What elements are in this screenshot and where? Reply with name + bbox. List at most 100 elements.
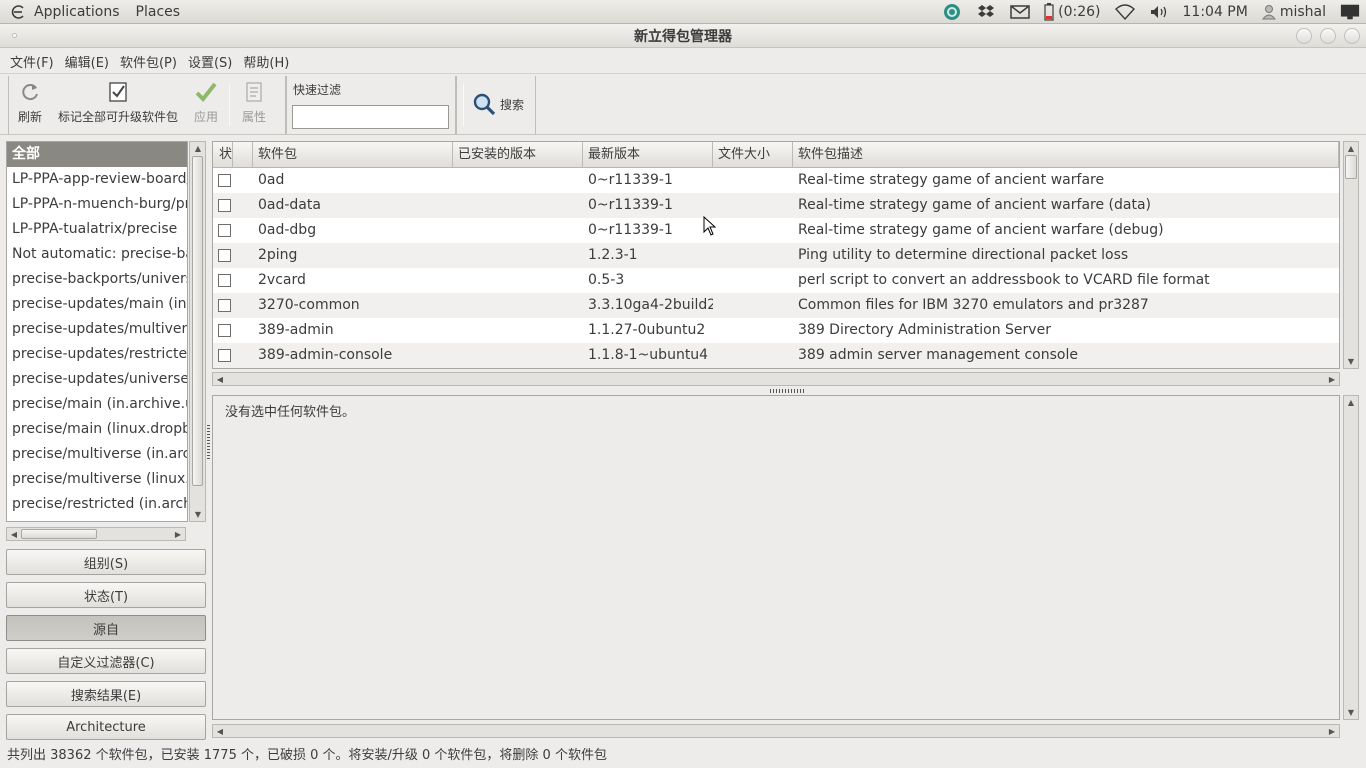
details-hscrollbar[interactable]: ◀ ▶ bbox=[212, 724, 1340, 738]
installed-version-cell bbox=[455, 168, 583, 193]
architecture-button[interactable]: Architecture bbox=[6, 714, 206, 740]
window-title-bar[interactable]: 新立得包管理器 bbox=[0, 24, 1366, 48]
package-table-vscrollbar[interactable]: ▲ ▼ bbox=[1343, 141, 1359, 369]
package-table-header: 状 软件包 已安装的版本 最新版本 文件大小 软件包描述 bbox=[213, 142, 1339, 168]
applications-menu[interactable]: Applications bbox=[34, 4, 128, 20]
custom-filters-button[interactable]: 自定义过滤器(C) bbox=[6, 648, 206, 674]
column-package[interactable]: 软件包 bbox=[253, 142, 453, 168]
scroll-up-arrow-icon[interactable]: ▲ bbox=[1344, 142, 1358, 155]
pane-splitter-handle[interactable] bbox=[770, 389, 804, 393]
package-row[interactable]: 0ad 0~r11339-1 Real-time strategy game of … bbox=[213, 168, 1339, 193]
volume-icon[interactable] bbox=[1149, 3, 1169, 21]
power-icon[interactable] bbox=[1340, 3, 1360, 21]
package-row[interactable]: 389-admin-console 1.1.8-1~ubuntu4 389 admi… bbox=[213, 343, 1339, 368]
origin-list-item[interactable]: precise-backports/universe bbox=[7, 267, 187, 292]
origin-list-item[interactable]: LP-PPA-tualatrix/precise bbox=[7, 217, 187, 242]
column-status[interactable]: 状 bbox=[213, 142, 233, 168]
description-cell: Real-time strategy game of ancient warfa… bbox=[798, 172, 1105, 188]
clock[interactable]: 11:04 PM bbox=[1183, 4, 1248, 20]
menu-settings[interactable]: 设置(S) bbox=[184, 52, 239, 71]
menu-edit[interactable]: 编辑(E) bbox=[61, 52, 116, 71]
package-row[interactable]: 2vcard 0.5-3 perl script to convert an add… bbox=[213, 268, 1339, 293]
synaptic-tray-icon[interactable] bbox=[942, 3, 962, 21]
scroll-thumb[interactable] bbox=[21, 529, 97, 539]
scroll-left-arrow-icon[interactable]: ◀ bbox=[213, 725, 227, 738]
package-row[interactable]: 0ad-dbg 0~r11339-1 Real-time strategy game… bbox=[213, 218, 1339, 243]
column-installed-version[interactable]: 已安装的版本 bbox=[453, 142, 583, 168]
scroll-right-arrow-icon[interactable]: ▶ bbox=[1325, 373, 1339, 386]
origin-list-item[interactable]: LP-PPA-app-review-board/p bbox=[7, 167, 187, 192]
menu-file[interactable]: 文件(F) bbox=[0, 52, 61, 71]
package-row[interactable]: 2ping 1.2.3-1 Ping utility to determine di… bbox=[213, 243, 1339, 268]
places-menu[interactable]: Places bbox=[136, 4, 189, 20]
origin-list-item[interactable]: precise-updates/restricted bbox=[7, 342, 187, 367]
scroll-left-arrow-icon[interactable]: ◀ bbox=[213, 373, 227, 386]
reload-button[interactable]: 刷新 bbox=[14, 80, 46, 125]
origin-list-item[interactable]: precise-updates/multiverse bbox=[7, 317, 187, 342]
search-button[interactable]: 搜索 bbox=[472, 92, 524, 116]
maximize-button[interactable] bbox=[1320, 28, 1336, 44]
origin-list-item[interactable]: Not automatic: precise-bac bbox=[7, 242, 187, 267]
package-checkbox[interactable] bbox=[218, 174, 231, 187]
origin-list-item[interactable]: precise/restricted (in.archiv bbox=[7, 492, 187, 517]
package-checkbox[interactable] bbox=[218, 349, 231, 362]
package-row[interactable]: 0ad-data 0~r11339-1 Real-time strategy gam… bbox=[213, 193, 1339, 218]
column-latest-version[interactable]: 最新版本 bbox=[583, 142, 713, 168]
mail-icon[interactable] bbox=[1010, 3, 1030, 21]
origin-list-item[interactable]: precise/main (in.archive.ub bbox=[7, 392, 187, 417]
package-checkbox[interactable] bbox=[218, 224, 231, 237]
column-icon[interactable] bbox=[233, 142, 253, 168]
scroll-thumb[interactable] bbox=[192, 156, 203, 486]
package-name-cell: 389-admin bbox=[258, 322, 334, 338]
properties-button[interactable]: 属性 bbox=[238, 80, 270, 125]
search-results-button[interactable]: 搜索结果(E) bbox=[6, 681, 206, 707]
close-button[interactable] bbox=[1344, 28, 1360, 44]
minimize-button[interactable] bbox=[1296, 28, 1312, 44]
package-checkbox[interactable] bbox=[218, 324, 231, 337]
origin-list-item[interactable]: precise-updates/universe ( bbox=[7, 367, 187, 392]
origin-list-item[interactable]: precise/multiverse (linux.d bbox=[7, 467, 187, 492]
dropbox-icon[interactable] bbox=[976, 3, 996, 21]
package-row[interactable]: 3270-common 3.3.10ga4-2build2 Common files… bbox=[213, 293, 1339, 318]
package-checkbox[interactable] bbox=[218, 199, 231, 212]
scroll-up-arrow-icon[interactable]: ▲ bbox=[1344, 396, 1358, 409]
status-button[interactable]: 状态(T) bbox=[6, 582, 206, 608]
mark-all-upgrades-button[interactable]: 标记全部可升级软件包 bbox=[53, 80, 183, 125]
package-row[interactable]: 389-admin 1.1.27-0ubuntu2 389 Directory Ad… bbox=[213, 318, 1339, 343]
scroll-up-arrow-icon[interactable]: ▲ bbox=[191, 142, 205, 155]
wifi-icon[interactable] bbox=[1114, 3, 1135, 21]
origin-list-item[interactable]: precise/main (linux.dropbo bbox=[7, 417, 187, 442]
scroll-down-arrow-icon[interactable]: ▼ bbox=[1344, 706, 1358, 719]
package-checkbox[interactable] bbox=[218, 274, 231, 287]
apply-button[interactable]: 应用 bbox=[190, 80, 222, 125]
origin-list-vscrollbar[interactable]: ▲ ▼ bbox=[189, 141, 206, 522]
column-size[interactable]: 文件大小 bbox=[713, 142, 793, 168]
origin-list-item[interactable]: precise-updates/main (in.a bbox=[7, 292, 187, 317]
menu-help[interactable]: 帮助(H) bbox=[239, 52, 296, 71]
quick-filter-input[interactable] bbox=[292, 105, 449, 129]
scroll-right-arrow-icon[interactable]: ▶ bbox=[171, 528, 185, 541]
window-menu-icon[interactable] bbox=[12, 33, 17, 38]
scroll-down-arrow-icon[interactable]: ▼ bbox=[1344, 355, 1358, 368]
user-icon[interactable]: mishal bbox=[1261, 3, 1326, 21]
pane-grip[interactable] bbox=[207, 425, 210, 459]
scroll-down-arrow-icon[interactable]: ▼ bbox=[191, 508, 205, 521]
origin-list-item[interactable]: precise/multiverse (in.arch bbox=[7, 442, 187, 467]
scroll-thumb[interactable] bbox=[1345, 155, 1357, 179]
details-vscrollbar[interactable]: ▲ ▼ bbox=[1343, 395, 1359, 720]
size-cell bbox=[715, 268, 793, 293]
origin-list-hscrollbar[interactable]: ◀ ▶ bbox=[6, 527, 186, 541]
package-checkbox[interactable] bbox=[218, 299, 231, 312]
package-checkbox[interactable] bbox=[218, 249, 231, 262]
column-description[interactable]: 软件包描述 bbox=[793, 142, 1339, 168]
origin-list-item[interactable]: LP-PPA-n-muench-burg/pre bbox=[7, 192, 187, 217]
origin-list-item[interactable]: 全部 bbox=[7, 142, 187, 167]
sections-button[interactable]: 组别(S) bbox=[6, 549, 206, 575]
ubuntu-logo-icon[interactable] bbox=[8, 2, 28, 22]
scroll-left-arrow-icon[interactable]: ◀ bbox=[7, 528, 21, 541]
origin-button[interactable]: 源自 bbox=[6, 615, 206, 641]
menu-package[interactable]: 软件包(P) bbox=[116, 52, 184, 71]
scroll-right-arrow-icon[interactable]: ▶ bbox=[1325, 725, 1339, 738]
package-table-hscrollbar[interactable]: ◀ ▶ bbox=[212, 372, 1340, 386]
battery-icon[interactable]: (0:26) bbox=[1044, 2, 1101, 21]
